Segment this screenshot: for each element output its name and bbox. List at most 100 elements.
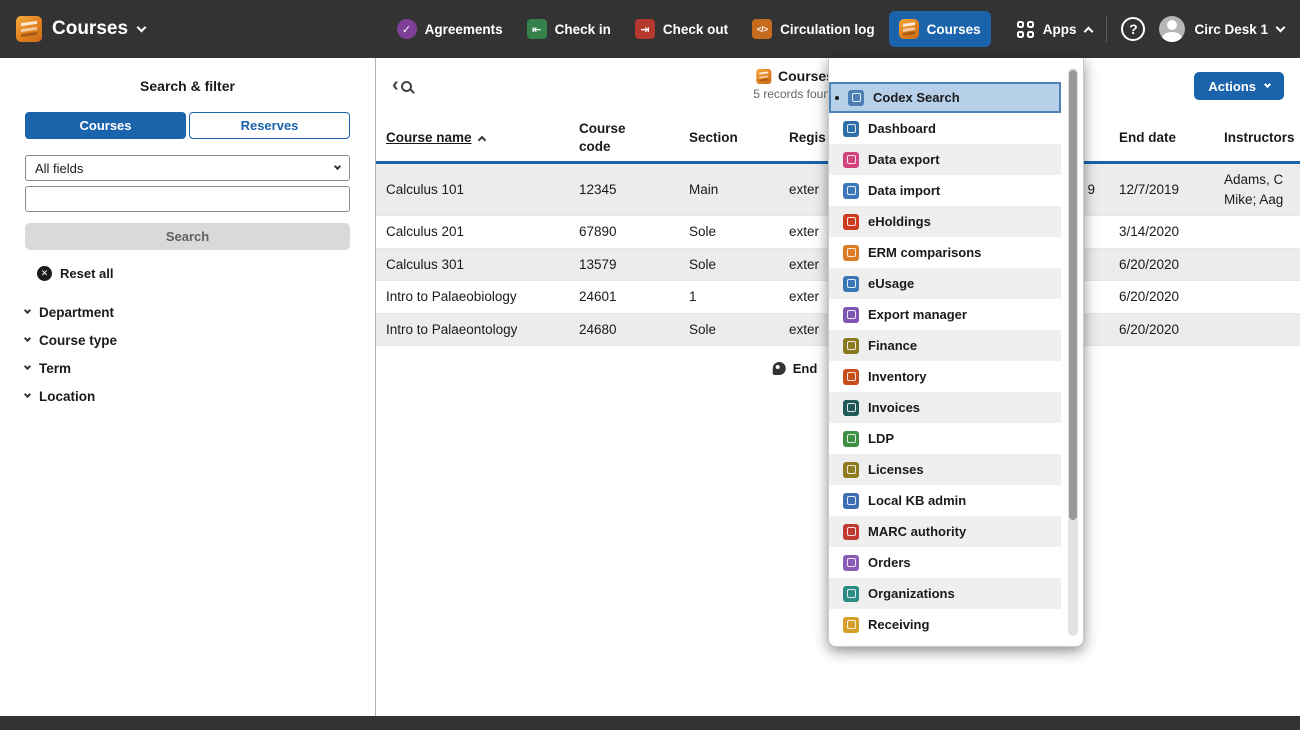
apps-menu-item-label: Inventory [868,369,927,384]
cell-course-code: 12345 [579,174,689,206]
nav-item-label: Courses [927,22,981,37]
chevron-up-icon [1084,26,1094,36]
user-label: Circ Desk 1 [1194,22,1268,37]
cell-section: Sole [689,249,789,281]
apps-menu-item-label: Receiving [868,617,929,632]
apps-menu-item-eusage[interactable]: eUsage [829,268,1061,299]
apps-menu-item-label: Invoices [868,400,920,415]
data-import-app-icon [843,183,859,199]
collapse-filter-pane-button[interactable]: ‹ [392,78,412,95]
cell-section: Main [689,174,789,206]
apps-menu-item-data-export[interactable]: Data export [829,144,1061,175]
chevron-down-icon [24,391,31,398]
filter-section-location[interactable]: Location [25,389,350,404]
search-input[interactable] [25,186,350,212]
apps-menu-item-invoices[interactable]: Invoices [829,392,1061,423]
chevron-down-icon [24,307,31,314]
actions-button[interactable]: Actions [1194,72,1284,100]
scrollbar-thumb[interactable] [1069,70,1077,520]
sort-ascending-icon [477,136,485,144]
apps-menu-item-local-kb-admin[interactable]: Local KB admin [829,485,1061,516]
apps-menu-item-erm-comparisons[interactable]: ERM comparisons [829,237,1061,268]
cell-instructors [1224,324,1300,336]
courses-icon [899,19,919,39]
apps-menu-item-label: Codex Search [873,90,960,105]
nav-item-label: Circulation log [780,22,875,37]
cell-course-name: Calculus 301 [386,249,579,281]
eholdings-app-icon [843,214,859,230]
top-nav: ✓ Agreements ⇤ Check in ⇥ Check out </> … [387,11,991,47]
apps-menu-item-codex-search[interactable]: Codex Search [829,82,1061,113]
courses-app-logo-icon [16,16,42,42]
ldp-app-icon [843,431,859,447]
cell-course-name: Calculus 201 [386,216,579,248]
receiving-app-icon [843,617,859,633]
column-header-course-code[interactable]: Course code [579,120,689,155]
cell-section: Sole [689,314,789,346]
apps-menu-item-label: Finance [868,338,917,353]
folio-window: Courses ✓ Agreements ⇤ Check in ⇥ Check … [0,0,1300,730]
apps-menu-item-export-manager[interactable]: Export manager [829,299,1061,330]
cell-section: 1 [689,281,789,313]
apps-menu-item-label: LDP [868,431,894,446]
orders-app-icon [843,555,859,571]
apps-menu-item-finance[interactable]: Finance [829,330,1061,361]
nav-item-courses-active[interactable]: Courses [889,11,991,47]
column-header-end-date[interactable]: End date [1119,130,1224,145]
inventory-app-icon [843,369,859,385]
apps-menu-item-data-import[interactable]: Data import [829,175,1061,206]
filter-section-course-type[interactable]: Course type [25,333,350,348]
divider [1106,16,1107,42]
chevron-down-icon [1264,80,1271,87]
help-button[interactable]: ? [1121,17,1145,41]
apps-menu-item-label: Licenses [868,462,924,477]
cell-end-date: 3/14/2020 [1119,216,1224,248]
organizations-app-icon [843,586,859,602]
chevron-down-icon [24,363,31,370]
apps-menu-item-organizations[interactable]: Organizations [829,578,1061,609]
nav-item-circulation-log[interactable]: </> Circulation log [742,11,885,47]
chevron-left-icon: ‹ [392,75,399,95]
apps-menu-item-label: Data import [868,183,940,198]
apps-menu-scrollbar[interactable] [1068,68,1078,636]
apps-menu-item-label: eHoldings [868,214,931,229]
apps-menu-item-receiving[interactable]: Receiving [829,609,1061,640]
search-button[interactable]: Search [25,223,350,250]
nav-item-check-in[interactable]: ⇤ Check in [517,11,621,47]
apps-menu-item-orders[interactable]: Orders [829,547,1061,578]
current-app-switcher[interactable]: Courses [16,16,145,42]
apps-menu-item-licenses[interactable]: Licenses [829,454,1061,485]
end-of-list-icon [773,362,786,375]
nav-item-agreements[interactable]: ✓ Agreements [387,11,513,47]
apps-menu-item-label: ERM comparisons [868,245,981,260]
cell-instructors [1224,291,1300,303]
nav-item-check-out[interactable]: ⇥ Check out [625,11,738,47]
column-header-course-name[interactable]: Course name [386,130,579,145]
apps-menu-item-marc-authority[interactable]: MARC authority [829,516,1061,547]
column-header-section[interactable]: Section [689,130,789,145]
apps-menu-item-dashboard[interactable]: Dashboard [829,113,1061,144]
filter-section-department[interactable]: Department [25,305,350,320]
selection-dot-icon [835,96,839,100]
marc-authority-app-icon [843,524,859,540]
search-filter-pane: Search & filter Courses Reserves All fie… [0,58,376,716]
tab-reserves[interactable]: Reserves [189,112,350,139]
column-header-instructors[interactable]: Instructors [1224,130,1300,145]
tab-courses[interactable]: Courses [25,112,186,139]
search-field-select[interactable]: All fields [25,155,350,181]
apps-menu-button[interactable]: Apps [1017,21,1093,38]
top-bar: Courses ✓ Agreements ⇤ Check in ⇥ Check … [0,0,1300,58]
filter-section-term[interactable]: Term [25,361,350,376]
apps-menu-item-label: eUsage [868,276,914,291]
apps-menu-item-ldp[interactable]: LDP [829,423,1061,454]
cell-end-date: 6/20/2020 [1119,314,1224,346]
circulation-log-icon: </> [752,19,772,39]
apps-menu-item-label: Data export [868,152,940,167]
cell-end-date: 6/20/2020 [1119,281,1224,313]
filter-section-label: Location [39,389,95,404]
apps-menu-item-eholdings[interactable]: eHoldings [829,206,1061,237]
erm-comparisons-app-icon [843,245,859,261]
reset-all-button[interactable]: ✕ Reset all [37,266,350,281]
user-menu-button[interactable]: Circ Desk 1 [1159,16,1284,42]
apps-menu-item-inventory[interactable]: Inventory [829,361,1061,392]
